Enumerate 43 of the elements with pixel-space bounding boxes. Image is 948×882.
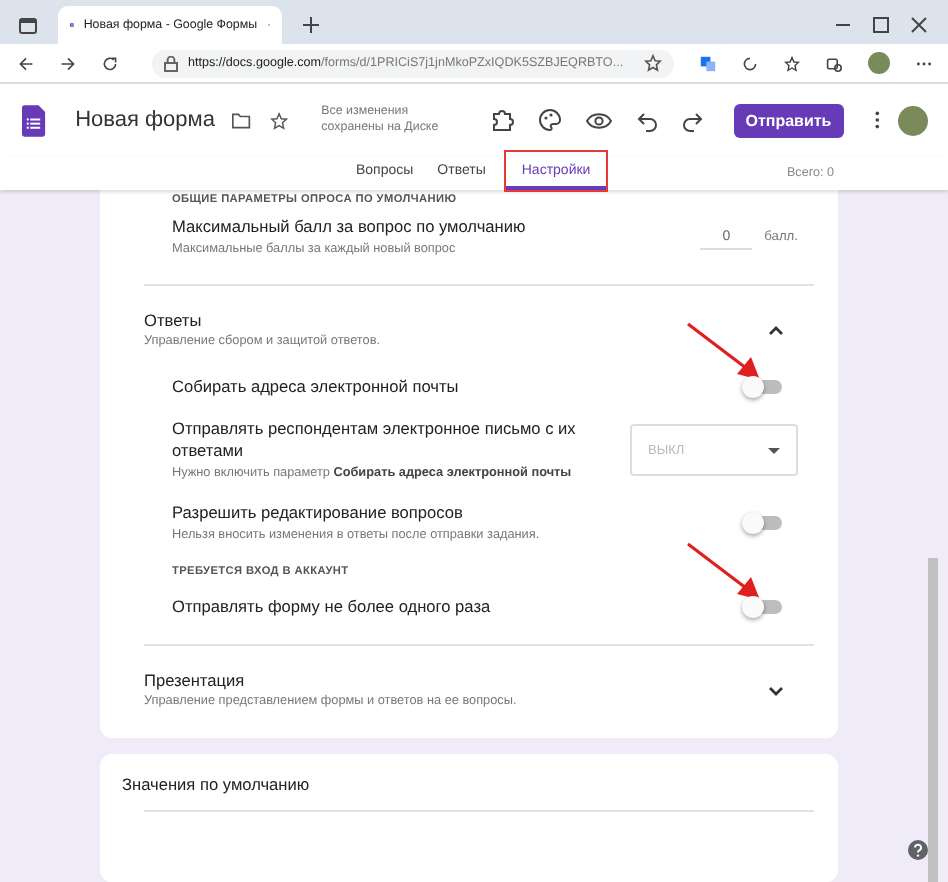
preview-eye-icon[interactable] [585,111,612,129]
chevron-icon[interactable] [768,325,784,336]
setting-title: Собирать адреса электронной почты [172,376,461,399]
profile-avatar[interactable] [868,52,890,74]
reload-icon[interactable] [102,53,118,73]
back-icon[interactable] [18,53,34,73]
more-icon[interactable] [916,59,932,67]
scrollbar-thumb[interactable] [928,558,938,882]
undo-icon[interactable] [635,109,658,131]
more-vertical-icon[interactable] [873,108,880,132]
section-title: Значения по умолчанию [120,774,312,795]
star-icon[interactable] [644,54,662,72]
profile-avatar[interactable] [898,105,928,135]
toggle-switch[interactable] [746,600,782,615]
favorites-icon[interactable] [784,53,800,73]
refresh-icon[interactable] [742,53,758,73]
section-title: Ответы [144,310,204,331]
forms-logo-icon[interactable] [22,101,46,139]
section-title: Презентация [144,670,247,690]
form-title[interactable]: Новая форма [75,108,215,132]
close-icon[interactable] [910,16,928,34]
send-button[interactable]: Отправить [733,103,844,137]
toggle-switch[interactable] [746,380,782,395]
palette-icon[interactable] [537,108,562,132]
forward-icon[interactable] [60,53,76,73]
translate-icon[interactable] [700,53,716,73]
setting-title: Отправлять форму не более одного раза [172,596,493,618]
setting-title: Максимальный балл за вопрос по умолчанию [172,216,528,238]
star-icon[interactable] [269,109,288,131]
tab-actions-icon[interactable] [18,15,38,35]
help-icon[interactable] [908,840,928,860]
setting-title: Отправлять респондентам электронное письмо с их ответами [172,418,578,462]
puzzle-icon[interactable] [489,108,514,132]
toggle-switch[interactable] [746,516,782,531]
chevron-icon[interactable] [768,685,784,696]
folder-icon[interactable] [232,111,252,129]
caret-icon [768,447,780,454]
setting-title: Разрешить редактирование вопросов [172,502,465,524]
redo-icon[interactable] [681,109,704,131]
collections-icon[interactable] [826,53,842,73]
lock-icon [164,55,178,71]
maximize-icon[interactable] [872,16,890,34]
new-tab-icon[interactable] [302,16,320,34]
